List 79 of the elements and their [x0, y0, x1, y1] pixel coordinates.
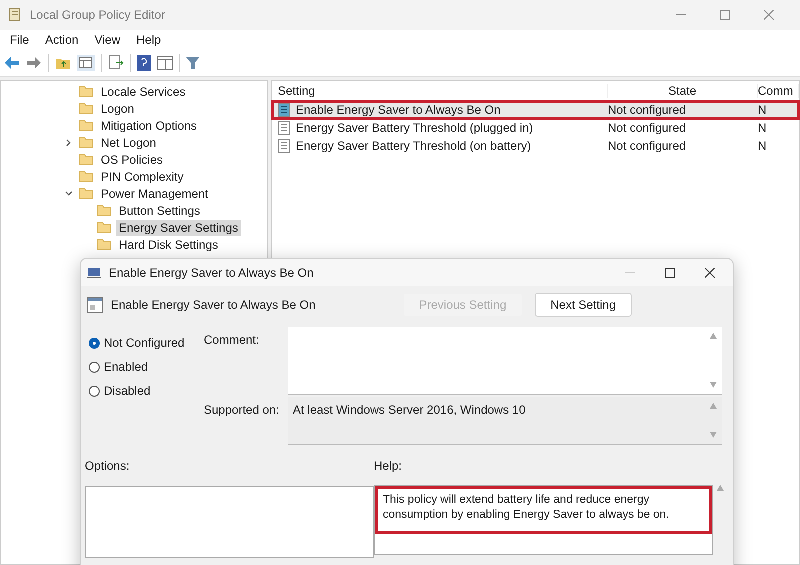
console-tree-icon[interactable]: [77, 55, 95, 71]
help-text: This policy will extend battery life and reduce energy consumption by enabling Energy Saver to always be on.: [375, 486, 712, 534]
policy-icon: [278, 139, 290, 153]
tree-item[interactable]: Power Management: [98, 186, 212, 202]
table-cell-text: Enable Energy Saver to Always Be On: [296, 103, 502, 117]
scroll-up-icon[interactable]: [710, 403, 717, 409]
radio-label[interactable]: Disabled: [104, 384, 151, 398]
menu-item[interactable]: View: [88, 33, 126, 47]
folder-icon: [79, 102, 94, 115]
maximize-icon[interactable]: [665, 268, 675, 278]
tree-item[interactable]: Locale Services: [98, 84, 189, 100]
column-header[interactable]: State: [608, 84, 758, 98]
folder-icon: [79, 85, 94, 98]
table-cell-text: Energy Saver Battery Threshold (on battery): [296, 139, 532, 153]
policy-dialog-icon: [87, 266, 101, 278]
folder-icon: [97, 204, 112, 217]
policy-icon: [278, 121, 290, 135]
scroll-up-icon[interactable]: [717, 485, 724, 491]
next-setting-button[interactable]: Next Setting: [534, 293, 632, 317]
tree-item[interactable]: Mitigation Options: [98, 118, 200, 134]
chevron-down-icon[interactable]: [65, 190, 73, 198]
close-icon[interactable]: [705, 268, 715, 278]
radio-button[interactable]: [89, 362, 100, 372]
folder-icon: [79, 170, 94, 183]
chevron-right-icon[interactable]: [65, 138, 73, 146]
table-cell-text: Energy Saver Battery Threshold (plugged in): [296, 121, 534, 135]
tree-item[interactable]: PIN Complexity: [98, 168, 187, 184]
tree-item[interactable]: Hard Disk Settings: [116, 236, 222, 252]
help-label: Help:: [374, 459, 404, 475]
tree-item[interactable]: Logon: [98, 100, 138, 116]
folder-icon: [97, 221, 112, 234]
properties-icon[interactable]: [157, 56, 173, 70]
scroll-down-icon[interactable]: [710, 432, 717, 438]
folder-up-icon[interactable]: [55, 56, 71, 70]
column-header[interactable]: Setting: [278, 84, 608, 98]
scroll-down-icon[interactable]: [710, 382, 717, 388]
comment-label: Comment:: [204, 333, 260, 347]
folder-icon: [79, 136, 94, 149]
tree-item[interactable]: Button Settings: [116, 202, 204, 218]
menu-item[interactable]: File: [4, 33, 36, 47]
menu-item[interactable]: Action: [39, 33, 85, 47]
tree-item[interactable]: Net Logon: [98, 134, 160, 150]
dialog-title: Enable Energy Saver to Always Be On: [109, 266, 314, 280]
policy-icon: [278, 103, 290, 117]
scroll-up-icon[interactable]: [710, 333, 717, 339]
table-row[interactable]: Enable Energy Saver to Always Be On Not configured N: [272, 101, 799, 119]
comment-field[interactable]: [288, 327, 722, 395]
radio-button[interactable]: [89, 338, 100, 348]
table-cell-text: N: [758, 121, 768, 135]
options-label: Options:: [85, 459, 131, 475]
supported-value: At least Windows Server 2016, Windows 10: [293, 403, 526, 419]
window-title: Local Group Policy Editor: [30, 8, 166, 22]
folder-icon: [79, 187, 94, 200]
column-header[interactable]: Comm: [758, 84, 799, 98]
back-arrow-icon[interactable]: [4, 56, 20, 70]
tree-item[interactable]: Energy Saver Settings: [116, 220, 242, 236]
settings-page-icon: [87, 297, 103, 313]
table-row[interactable]: Energy Saver Battery Threshold (on battery) Not configured N: [272, 137, 799, 155]
table-cell-text: N: [758, 139, 768, 153]
folder-icon: [79, 153, 94, 166]
supported-label: Supported on:: [204, 403, 280, 417]
table-row[interactable]: Energy Saver Battery Threshold (plugged in) Not configured N: [272, 119, 799, 137]
export-list-icon[interactable]: [108, 55, 124, 71]
tree-item[interactable]: OS Policies: [98, 152, 166, 168]
table-cell-text: N: [758, 103, 768, 117]
policy-heading: Enable Energy Saver to Always Be On: [111, 298, 316, 312]
help-icon[interactable]: [137, 55, 151, 71]
menu-item[interactable]: Help: [130, 33, 168, 47]
table-cell-text: Not configured: [608, 139, 688, 153]
table-cell-text: Not configured: [608, 121, 688, 135]
folder-icon: [79, 119, 94, 132]
forward-arrow-icon[interactable]: [26, 56, 42, 70]
filter-icon[interactable]: [186, 56, 200, 70]
radio-label[interactable]: Not Configured: [104, 336, 185, 350]
folder-icon: [97, 238, 112, 251]
app-icon: [8, 8, 22, 22]
radio-label[interactable]: Enabled: [104, 360, 148, 374]
table-cell-text: Not configured: [608, 103, 688, 117]
radio-button[interactable]: [89, 386, 100, 396]
